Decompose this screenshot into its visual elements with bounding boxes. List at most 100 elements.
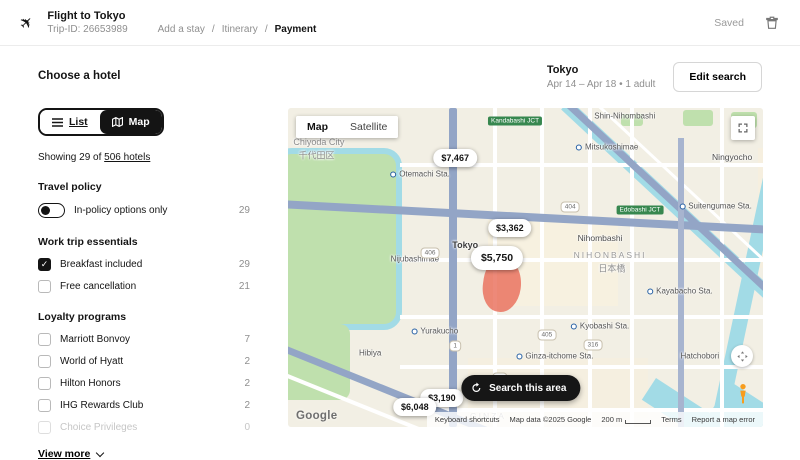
in-policy-count: 29 bbox=[239, 205, 250, 216]
filter-option-row[interactable]: Choice Privileges0 bbox=[38, 421, 250, 434]
map-view-label: Map bbox=[129, 116, 150, 128]
list-view-label: List bbox=[69, 116, 88, 128]
in-policy-toggle-row[interactable]: In-policy options only 29 bbox=[38, 203, 250, 218]
subheader: Choose a hotel Tokyo Apr 14 – Apr 18 • 1… bbox=[0, 46, 800, 98]
metro-icon bbox=[679, 203, 685, 209]
filter-option-row[interactable]: ✓ Breakfast included 29 bbox=[38, 258, 250, 271]
map-label: Kayabacho Sta. bbox=[647, 287, 712, 296]
road-number-badge: 405 bbox=[537, 330, 556, 341]
map-scale-bar bbox=[625, 420, 651, 424]
chevron-down-icon bbox=[96, 448, 104, 456]
road-number-badge: 1 bbox=[449, 340, 461, 351]
filter-option-label: Free cancellation bbox=[60, 281, 136, 292]
filter-option-label: Choice Privileges bbox=[60, 422, 137, 433]
filter-option-label: Breakfast included bbox=[60, 259, 142, 270]
edit-search-button[interactable]: Edit search bbox=[673, 62, 762, 92]
essentials-section: Work trip essentials ✓Breakfast included… bbox=[38, 236, 250, 293]
filter-option-row[interactable]: World of Hyatt2 bbox=[38, 355, 250, 368]
map-label: Hibiya bbox=[359, 348, 381, 357]
filter-option-row[interactable]: IHG Rewards Club2 bbox=[38, 399, 250, 412]
map-type-satellite-button[interactable]: Satellite bbox=[339, 116, 398, 138]
hotel-price-marker[interactable]: $5,750 bbox=[471, 246, 523, 270]
checkbox[interactable] bbox=[38, 399, 51, 412]
map-label: Otemachi Sta. bbox=[390, 170, 450, 179]
map-attribution: Keyboard shortcuts Map data ©2025 Google… bbox=[427, 412, 763, 427]
metro-icon bbox=[571, 323, 577, 329]
map-data-credit: Map data ©2025 Google bbox=[510, 415, 592, 424]
essentials-list: ✓ Breakfast included 29 Free cancellation21 bbox=[38, 258, 250, 293]
pegman-icon[interactable] bbox=[735, 383, 755, 407]
results-total-link[interactable]: 506 hotels bbox=[104, 152, 150, 163]
filter-option-count: 7 bbox=[244, 334, 250, 345]
map-label: Shin-Nihombashi bbox=[594, 111, 655, 120]
search-this-area-label: Search this area bbox=[489, 383, 566, 394]
map-label: Yurakucho bbox=[411, 326, 458, 335]
filter-option-count: 2 bbox=[244, 356, 250, 367]
map-type-map-button[interactable]: Map bbox=[296, 116, 339, 138]
checkbox[interactable] bbox=[38, 280, 51, 293]
fullscreen-button[interactable] bbox=[731, 116, 755, 140]
list-icon bbox=[52, 118, 63, 127]
park-area bbox=[683, 110, 713, 126]
results-count-text: Showing 29 of bbox=[38, 152, 101, 163]
date-summary: Apr 14 – Apr 18 • 1 adult bbox=[547, 79, 656, 90]
breadcrumb-separator: / bbox=[265, 24, 268, 35]
keyboard-shortcuts-link[interactable]: Keyboard shortcuts bbox=[435, 415, 500, 424]
filter-sidebar: List Map Showing 29 of 506 hotels Travel… bbox=[38, 108, 250, 460]
map-view-button[interactable]: Map bbox=[100, 110, 162, 134]
view-more-button[interactable]: View more bbox=[38, 448, 103, 460]
map-label: 千代田区 bbox=[298, 149, 334, 162]
search-this-area-button[interactable]: Search this area bbox=[461, 375, 580, 401]
metro-icon bbox=[390, 172, 396, 178]
filter-option-row[interactable]: Free cancellation21 bbox=[38, 280, 250, 293]
report-map-error-link[interactable]: Report a map error bbox=[692, 415, 755, 424]
checkbox[interactable] bbox=[38, 377, 51, 390]
google-logo[interactable]: Google bbox=[296, 410, 337, 422]
road-number-badge: 406 bbox=[421, 248, 440, 259]
map-label: Nihombashi bbox=[578, 233, 623, 243]
breadcrumb-item[interactable]: Payment bbox=[275, 24, 317, 35]
metro-icon bbox=[576, 144, 582, 150]
trip-id: Trip-ID: 26653989 bbox=[47, 24, 127, 35]
refresh-icon bbox=[470, 382, 482, 394]
map-label: Ningyocho bbox=[712, 152, 752, 162]
checkbox[interactable] bbox=[38, 333, 51, 346]
pan-arrows-icon bbox=[736, 350, 749, 363]
metro-icon bbox=[516, 353, 522, 359]
map-canvas[interactable]: Shin-NihombashiNingyochoChiyoda City千代田区… bbox=[288, 108, 763, 427]
imperial-palace-park-area bbox=[288, 148, 402, 330]
filter-option-row[interactable]: Hilton Honors2 bbox=[38, 377, 250, 390]
filter-option-label: IHG Rewards Club bbox=[60, 400, 143, 411]
terms-link[interactable]: Terms bbox=[661, 415, 681, 424]
map-label: Mitsukoshimae bbox=[576, 142, 638, 151]
hotel-price-marker[interactable]: $3,362 bbox=[488, 219, 532, 237]
map-label: Edobashi JCT bbox=[617, 206, 664, 215]
destination: Tokyo bbox=[547, 64, 656, 76]
pan-control[interactable] bbox=[731, 345, 753, 367]
map-label: Suitengumae Sta. bbox=[679, 201, 752, 210]
checkbox[interactable] bbox=[38, 355, 51, 368]
filter-option-row[interactable]: Marriott Bonvoy7 bbox=[38, 333, 250, 346]
map-icon bbox=[112, 117, 123, 127]
hotel-price-marker[interactable]: $7,467 bbox=[433, 149, 477, 167]
travel-policy-heading: Travel policy bbox=[38, 181, 250, 193]
street-line bbox=[630, 108, 634, 427]
trash-icon[interactable] bbox=[764, 15, 780, 31]
metro-icon bbox=[647, 289, 653, 295]
checkbox[interactable] bbox=[38, 421, 51, 434]
breadcrumb-item[interactable]: Itinerary bbox=[222, 24, 258, 35]
breadcrumb-item[interactable]: Add a stay bbox=[158, 24, 205, 35]
in-policy-label: In-policy options only bbox=[74, 205, 167, 216]
search-summary: Tokyo Apr 14 – Apr 18 • 1 adult Edit sea… bbox=[547, 62, 762, 92]
in-policy-toggle[interactable] bbox=[38, 203, 65, 218]
checkbox[interactable]: ✓ bbox=[38, 258, 51, 271]
street-line bbox=[588, 108, 592, 427]
map-scale: 200 m bbox=[601, 415, 651, 424]
saved-status: Saved bbox=[714, 17, 744, 29]
trip-title: Flight to Tokyo bbox=[47, 10, 127, 22]
list-view-button[interactable]: List bbox=[40, 110, 100, 134]
filter-option-label: Hilton Honors bbox=[60, 378, 121, 389]
loyalty-section: Loyalty programs Marriott Bonvoy7World o… bbox=[38, 311, 250, 434]
filter-option-count: 29 bbox=[239, 259, 250, 270]
toggle-knob bbox=[41, 206, 50, 215]
